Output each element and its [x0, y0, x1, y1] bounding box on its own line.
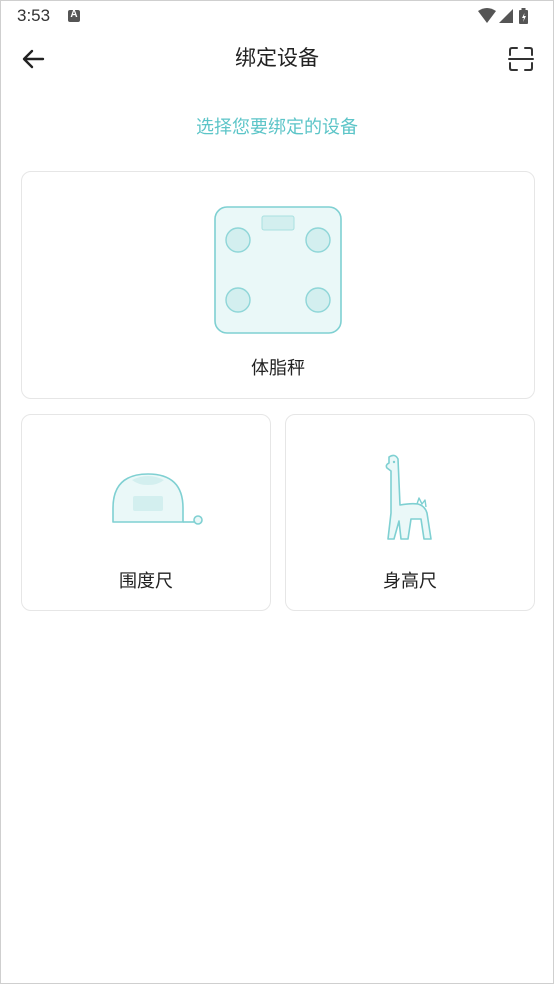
device-label-height-ruler: 身高尺	[383, 571, 437, 592]
device-label-tape-measure: 围度尺	[119, 571, 173, 592]
page-title: 绑定设备	[235, 46, 319, 70]
scan-button[interactable]	[507, 45, 535, 73]
device-card-height-ruler[interactable]: 身高尺	[285, 414, 535, 611]
app-bar: 绑定设备	[1, 31, 553, 87]
status-icons	[477, 7, 537, 25]
status-time: 3:53	[17, 6, 51, 25]
battery-icon	[519, 8, 528, 24]
signal-icon	[499, 9, 513, 23]
hint-text: 选择您要绑定的设备	[196, 117, 358, 138]
body-fat-scale-icon	[214, 206, 342, 334]
scan-icon	[508, 47, 534, 71]
giraffe-height-ruler-icon	[385, 454, 432, 540]
device-label-body-fat-scale: 体脂秤	[251, 358, 305, 379]
device-card-tape-measure[interactable]: 围度尺	[21, 414, 271, 611]
tape-measure-icon	[112, 473, 203, 525]
a-icon: A	[68, 9, 80, 22]
status-bar: 3:53 A	[1, 1, 553, 31]
wifi-icon	[478, 8, 496, 23]
device-card-body-fat-scale[interactable]: 体脂秤	[21, 171, 535, 399]
